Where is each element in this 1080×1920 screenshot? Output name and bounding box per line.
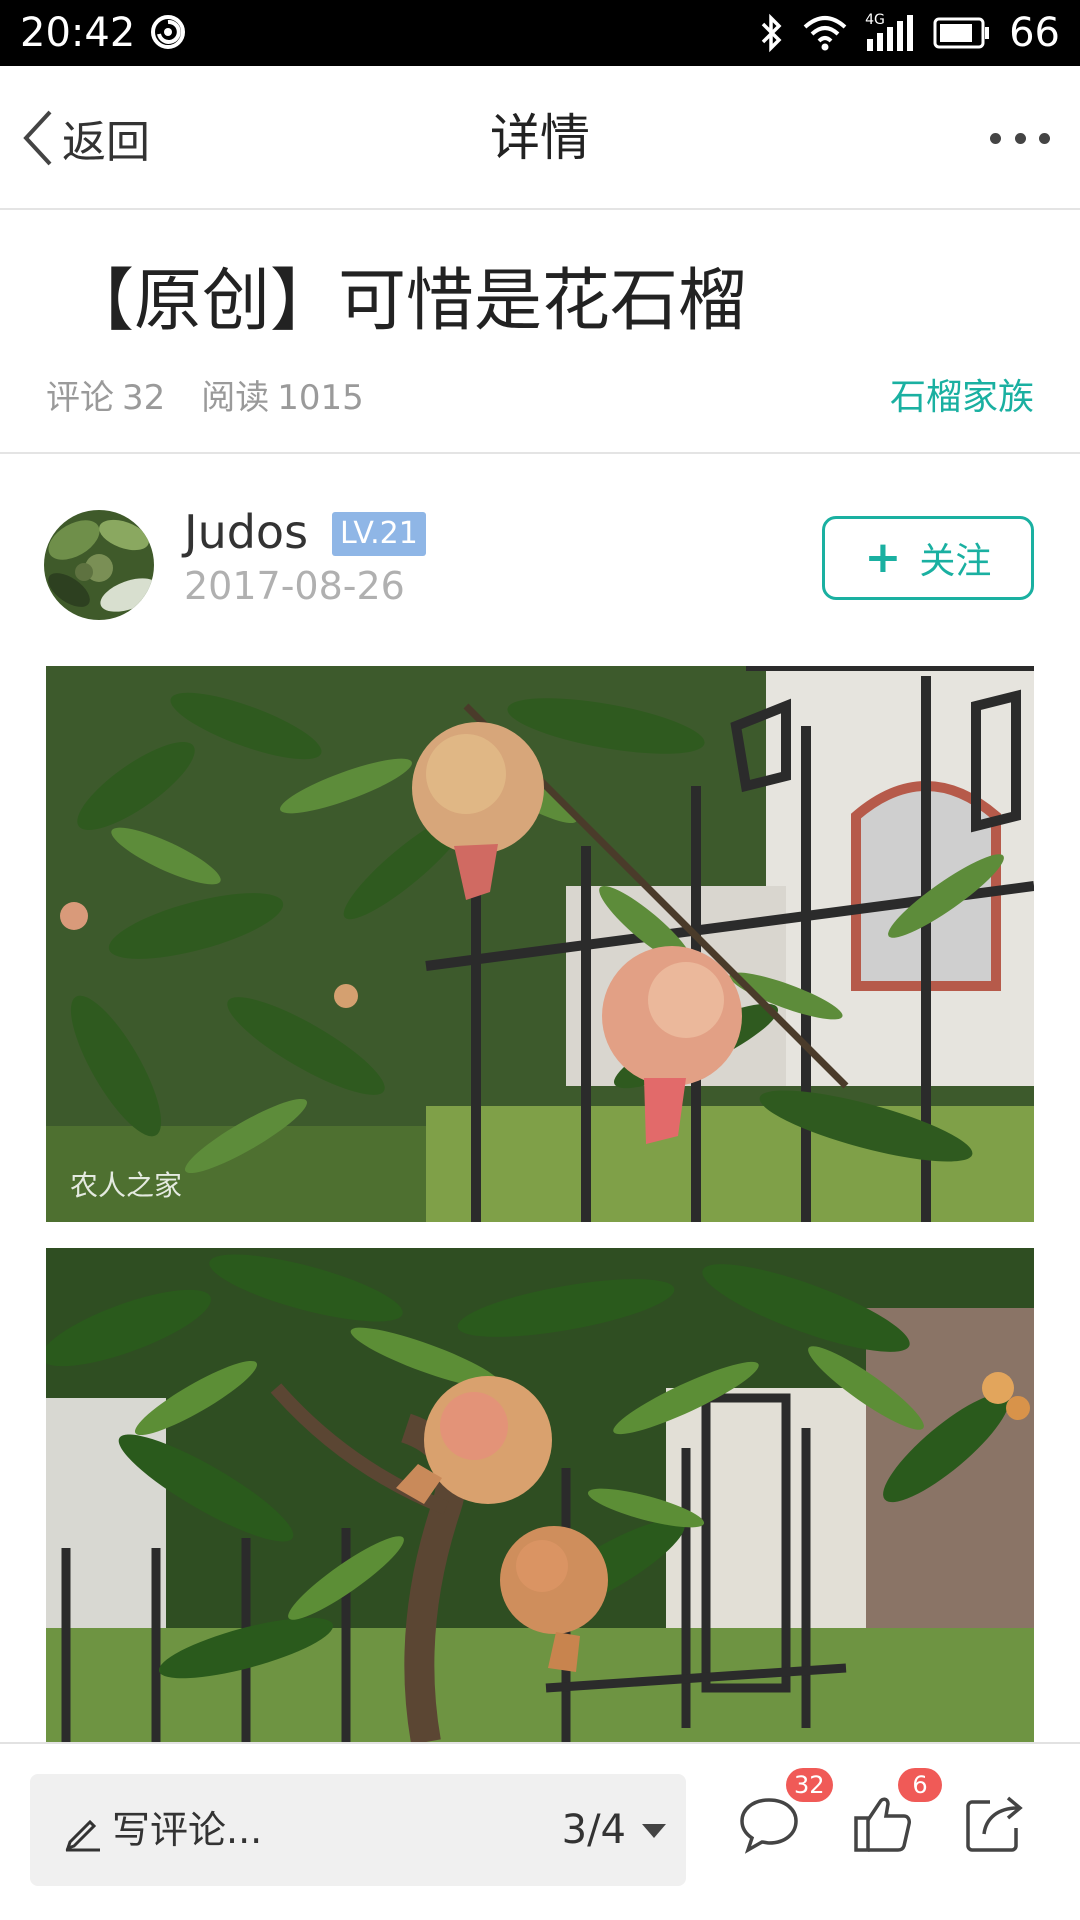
post-photo[interactable]: 农人之家 xyxy=(46,666,1034,1222)
pencil-icon xyxy=(65,1819,100,1852)
app-spiral-icon xyxy=(151,15,185,49)
read-stat: 阅读 1015 xyxy=(201,376,364,420)
bluetooth-icon xyxy=(761,13,782,53)
author-name[interactable]: Judos xyxy=(184,504,308,560)
comments-label: 评论 xyxy=(46,378,114,418)
signal-4g-icon: 4G xyxy=(865,13,915,53)
post-date: 2017-08-26 xyxy=(184,564,405,608)
status-bar: 20:42 4G 66 xyxy=(0,0,1080,66)
plus-icon: + xyxy=(864,532,902,583)
divider xyxy=(0,452,1080,454)
watermark: 农人之家 xyxy=(70,1169,183,1202)
wifi-icon xyxy=(803,16,847,51)
comment-placeholder: 写评论... xyxy=(112,1808,263,1852)
reads-label: 阅读 xyxy=(201,378,270,418)
comment-stat: 评论 32 xyxy=(46,376,165,420)
level-badge: LV.21 xyxy=(332,512,426,556)
status-time: 20:42 xyxy=(20,10,136,56)
nav-bar: 返回 详情 xyxy=(0,66,1080,210)
follow-button[interactable]: + 关注 xyxy=(822,516,1034,600)
avatar[interactable] xyxy=(44,510,154,620)
article-title: 【原创】可惜是花石榴 xyxy=(66,262,747,341)
battery-level: 66 xyxy=(1009,10,1060,56)
share-button[interactable] xyxy=(960,1788,1030,1858)
comments-button[interactable]: 32 xyxy=(734,1768,833,1858)
dot xyxy=(1039,132,1050,144)
comments-count: 32 xyxy=(122,378,166,418)
like-button[interactable]: 6 xyxy=(848,1768,942,1858)
page-title: 详情 xyxy=(490,109,590,167)
post-photo[interactable] xyxy=(46,1248,1034,1742)
like-count-badge: 6 xyxy=(898,1768,942,1802)
battery-icon xyxy=(933,17,990,49)
comment-input[interactable]: 写评论... 3/4 xyxy=(30,1774,686,1886)
share-icon xyxy=(966,1796,1023,1852)
bottom-bar: 写评论... 3/4 32 6 xyxy=(0,1742,1080,1920)
dot xyxy=(1014,132,1026,144)
dot xyxy=(990,132,1001,144)
category-link[interactable]: 石榴家族 xyxy=(890,376,1034,420)
comment-count-badge: 32 xyxy=(786,1768,833,1802)
follow-label: 关注 xyxy=(919,541,992,582)
article-meta: 评论 32 阅读 1015 xyxy=(46,376,364,420)
caret-down-icon[interactable] xyxy=(642,1824,666,1838)
page-indicator[interactable]: 3/4 xyxy=(562,1804,626,1856)
reads-count: 1015 xyxy=(277,378,364,418)
more-dots-icon[interactable] xyxy=(990,116,1050,160)
